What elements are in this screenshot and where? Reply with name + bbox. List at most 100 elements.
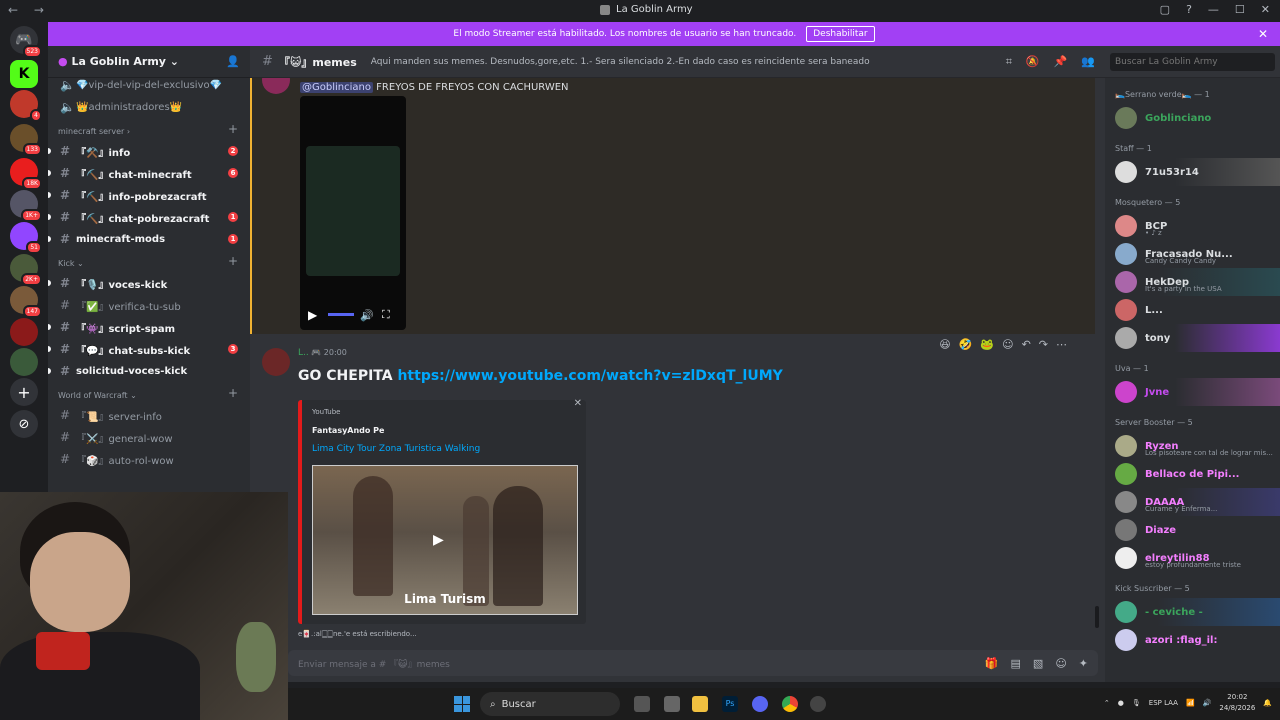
channel-solicitud-voces-kick[interactable]: # solicitud-voces-kick: [48, 360, 250, 382]
plus-icon[interactable]: +: [228, 254, 238, 268]
member-item[interactable]: tony: [1105, 324, 1280, 352]
member-item[interactable]: Diaze: [1105, 516, 1280, 544]
channel-script-spam[interactable]: # 『👾』script-spam: [48, 316, 250, 338]
help-icon[interactable]: ?: [1186, 3, 1192, 16]
server-icon-2[interactable]: 4: [10, 90, 42, 122]
server-icon-kick[interactable]: K: [10, 60, 38, 88]
avatar[interactable]: [262, 348, 290, 376]
server-icon-7[interactable]: 2K+: [10, 254, 42, 286]
channel-chat-minecraft[interactable]: # 『⛏️』chat-minecraft 6: [48, 162, 250, 184]
plus-icon[interactable]: +: [228, 122, 238, 136]
reaction-icon[interactable]: 😆: [939, 338, 950, 351]
pin-icon[interactable]: 📌: [1054, 55, 1068, 69]
threads-icon[interactable]: ⌗: [1006, 55, 1012, 69]
mention[interactable]: @Goblinciano: [300, 82, 373, 93]
channel-vip[interactable]: 🔈 💎vip-del-vip-del-exclusivo💎: [48, 74, 250, 96]
avatar[interactable]: [262, 78, 290, 94]
clock[interactable]: 20:02 24/8/2026: [1219, 692, 1255, 714]
chevron-up-icon[interactable]: ⌃: [1104, 699, 1110, 707]
more-icon[interactable]: ⋯: [1056, 338, 1067, 351]
member-item[interactable]: Bellaco de Pipi...: [1105, 460, 1280, 488]
reply-icon[interactable]: ↶: [1022, 338, 1031, 351]
member-item[interactable]: HekDep It's a party in the USA: [1105, 268, 1280, 296]
video-thumbnail[interactable]: ▶ Lima Turism: [312, 465, 578, 615]
search-input[interactable]: [1110, 53, 1275, 71]
inbox-icon[interactable]: ▢: [1160, 3, 1170, 16]
embed-title[interactable]: Lima City Tour Zona Turistica Walking: [312, 444, 480, 454]
notification-icon[interactable]: 🔔: [1263, 699, 1272, 707]
close-icon[interactable]: ✕: [1258, 27, 1268, 41]
channel-chat-subs-kick[interactable]: # 『💬』chat-subs-kick 3: [48, 338, 250, 360]
member-item[interactable]: Ryzen Los pisoteare con tal de lograr mis…: [1105, 432, 1280, 460]
server-icon-8[interactable]: 147: [10, 286, 42, 318]
add-member-icon[interactable]: 👤: [226, 55, 240, 68]
apps-icon[interactable]: ✦: [1079, 657, 1088, 670]
play-icon[interactable]: ▶: [433, 532, 444, 548]
file-explorer-icon[interactable]: [692, 696, 708, 712]
fullscreen-icon[interactable]: ⛶: [382, 308, 390, 322]
category-kick[interactable]: Kick ⌄ +: [48, 250, 250, 272]
app-icon[interactable]: [664, 696, 680, 712]
forward-icon[interactable]: ↷: [1039, 338, 1048, 351]
embed-author[interactable]: FantasyAndo Pe: [312, 426, 384, 435]
sticker-icon[interactable]: ▧: [1033, 657, 1043, 670]
server-icon-home[interactable]: 🎮 523: [10, 26, 42, 58]
member-item[interactable]: azori :flag_il:: [1105, 626, 1280, 654]
add-reaction-icon[interactable]: ☺: [1002, 338, 1013, 351]
plus-icon[interactable]: +: [228, 386, 238, 400]
server-icon-3[interactable]: 133: [10, 124, 42, 156]
channel-info-pobrezacraft[interactable]: # 『⛏️』info-pobrezacraft: [48, 184, 250, 206]
server-icon-4[interactable]: 18K: [10, 158, 42, 190]
member-item[interactable]: 71u53r14: [1105, 158, 1280, 186]
server-icon-twitch[interactable]: 51: [10, 222, 42, 254]
server-icon-5[interactable]: 1K+: [10, 190, 42, 222]
emoji-icon[interactable]: ☺: [1055, 657, 1066, 670]
nav-arrows[interactable]: ← →: [8, 3, 50, 17]
mic-icon[interactable]: 🎙: [1132, 699, 1141, 707]
gift-icon[interactable]: 🎁: [985, 657, 999, 670]
server-icon-9[interactable]: [10, 318, 38, 346]
channel-verifica-tu-sub[interactable]: # 『✅』verifica-tu-sub: [48, 294, 250, 316]
volume-icon[interactable]: 🔊: [360, 309, 374, 322]
play-icon[interactable]: ▶: [308, 308, 317, 322]
explore-servers-button[interactable]: ⊘: [10, 410, 38, 438]
youtube-link[interactable]: https://www.youtube.com/watch?v=zlDxqT_l…: [397, 368, 782, 384]
member-item[interactable]: BCP • ♪ z: [1105, 212, 1280, 240]
video-attachment[interactable]: ▶ 🔊 ⛶: [300, 96, 406, 330]
member-item[interactable]: elreytilin88 estoy profundamente triste: [1105, 544, 1280, 572]
mute-icon[interactable]: 🔕: [1026, 55, 1040, 69]
author-name[interactable]: L..: [298, 348, 309, 358]
discord-icon[interactable]: [752, 696, 768, 712]
reaction-icon[interactable]: 🐸: [980, 338, 994, 351]
windows-start-icon[interactable]: [454, 696, 470, 712]
disable-button[interactable]: Deshabilitar: [806, 26, 875, 42]
member-item[interactable]: Jvne: [1105, 378, 1280, 406]
channel-server-info[interactable]: # 『📜』server-info: [48, 404, 250, 426]
close-icon[interactable]: ✕: [574, 398, 582, 409]
member-item[interactable]: Fracasado Nu... Candy Candy Candy: [1105, 240, 1280, 268]
taskbar-search[interactable]: ⌕ Buscar: [480, 692, 620, 716]
wifi-icon[interactable]: 📶: [1186, 699, 1195, 707]
member-item[interactable]: L...: [1105, 296, 1280, 324]
app-icon[interactable]: [810, 696, 826, 712]
channel-topic[interactable]: Aqui manden sus memes. Desnudos,gore,etc…: [371, 57, 870, 67]
channel-voces-kick[interactable]: # 『🎙️』voces-kick: [48, 272, 250, 294]
member-item[interactable]: DAAAA Curame y Enferma...: [1105, 488, 1280, 516]
task-view-icon[interactable]: [634, 696, 650, 712]
scrollbar[interactable]: [1095, 606, 1099, 628]
member-item[interactable]: Goblinciano: [1105, 104, 1280, 132]
member-item[interactable]: - ceviche -: [1105, 598, 1280, 626]
channel-general-wow[interactable]: # 『⚔️』general-wow: [48, 426, 250, 448]
message-composer[interactable]: Enviar mensaje a # 『😺』memes 🎁 ▤ ▧ ☺ ✦: [288, 650, 1098, 676]
photoshop-icon[interactable]: Ps: [722, 696, 738, 712]
category-minecraft[interactable]: minecraft server › +: [48, 118, 250, 140]
progress-bar[interactable]: [328, 313, 354, 316]
channel-admins[interactable]: 🔈 👑administradores👑: [48, 96, 250, 118]
close-button[interactable]: ✕: [1261, 3, 1270, 16]
chrome-icon[interactable]: [782, 696, 798, 712]
channel-auto-rol-wow[interactable]: # 『🎲』auto-rol-wow: [48, 448, 250, 470]
add-server-button[interactable]: +: [10, 378, 38, 406]
server-icon-10[interactable]: [10, 348, 38, 376]
members-icon[interactable]: 👥: [1081, 55, 1095, 69]
category-wow[interactable]: World of Warcraft ⌄ +: [48, 382, 250, 404]
